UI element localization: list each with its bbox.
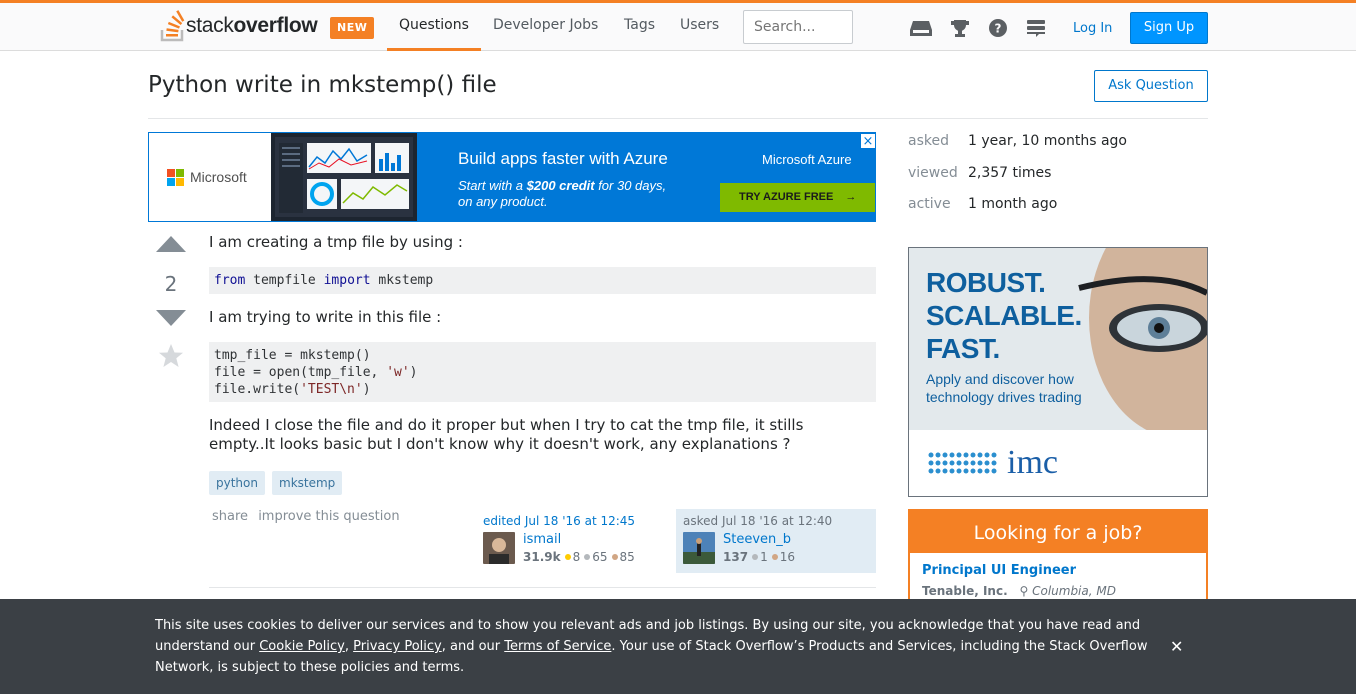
stack-logo-icon <box>160 10 185 42</box>
stat-viewed-value: 2,357 times <box>968 165 1052 181</box>
close-icon[interactable]: ✕ <box>1170 637 1183 656</box>
ad-headline: ROBUST. SCALABLE. FAST. <box>926 267 1082 364</box>
post-paragraph-2: I am trying to write in this file : <box>209 308 442 326</box>
try-azure-button[interactable]: TRY AZURE FREE → <box>720 183 875 212</box>
tag-mkstemp[interactable]: mkstemp <box>272 471 343 495</box>
signup-button[interactable]: Sign Up <box>1130 12 1208 44</box>
asker-name[interactable]: Steeven_b <box>723 532 795 548</box>
job-company: Tenable, Inc. ⚲ Columbia, MD <box>922 584 1116 598</box>
ad-close-icon[interactable]: × <box>860 133 875 149</box>
microsoft-logo-icon <box>167 168 184 186</box>
new-badge[interactable]: NEW <box>330 17 375 39</box>
post-paragraph-1: I am creating a tmp file by using : <box>209 233 463 251</box>
cookie-banner: This site uses cookies to deliver our se… <box>0 599 1356 694</box>
ad-headline: Build apps faster with Azure <box>458 149 668 168</box>
login-link[interactable]: Log In <box>1073 21 1112 36</box>
imc-dots-icon <box>928 452 997 474</box>
logo-wordmark: stackoverflow <box>186 14 318 37</box>
microsoft-ad-logo: Microsoft <box>149 133 271 221</box>
avatar[interactable] <box>683 532 715 564</box>
title-divider <box>148 118 1208 119</box>
arrow-right-icon: → <box>845 191 857 203</box>
imc-logo: imc <box>927 444 1058 482</box>
ad-subtext: Start with a $200 credit for 30 days, on… <box>458 178 667 209</box>
ad-dashboard-image <box>271 133 417 221</box>
search-input[interactable] <box>743 10 853 44</box>
privacy-policy-link[interactable]: Privacy Policy <box>353 639 442 654</box>
vote-controls <box>148 232 194 260</box>
stat-active-value[interactable]: 1 month ago <box>968 196 1057 212</box>
post-paragraph-3: Indeed I close the file and do it proper… <box>209 416 804 453</box>
location-pin-icon: ⚲ <box>1019 584 1029 598</box>
help-icon[interactable]: ? <box>987 17 1009 39</box>
jobs-widget: Looking for a job? Principal UI Engineer… <box>908 509 1208 609</box>
cookie-policy-link[interactable]: Cookie Policy <box>259 639 345 654</box>
editor-name[interactable]: ismail <box>523 532 635 548</box>
nav-users[interactable]: Users <box>668 3 731 51</box>
cookie-notice-text: This site uses cookies to deliver our se… <box>155 618 1148 675</box>
terms-of-service-link[interactable]: Terms of Service <box>504 639 611 654</box>
ad-brand-right: Microsoft Azure <box>762 152 852 167</box>
stat-asked-value[interactable]: 1 year, 10 months ago <box>968 133 1127 149</box>
vote-count: 2 <box>164 272 178 296</box>
stat-active-label: active <box>908 196 951 212</box>
stat-viewed-label: viewed <box>908 165 958 181</box>
imc-sidebar-ad[interactable]: ROBUST. SCALABLE. FAST. Apply and discover… <box>908 247 1208 497</box>
asked-timestamp: asked Jul 18 '16 at 12:40 <box>683 514 833 528</box>
favorite-wrapper <box>148 343 194 373</box>
downvote-icon[interactable] <box>148 306 194 330</box>
upvote-icon[interactable] <box>148 232 194 256</box>
edited-timestamp[interactable]: edited Jul 18 '16 at 12:45 <box>483 514 669 528</box>
tag-python[interactable]: python <box>209 471 265 495</box>
ask-question-button[interactable]: Ask Question <box>1094 70 1208 102</box>
question-title[interactable]: Python write in mkstemp() file <box>148 72 497 98</box>
post-menu: share improve this question <box>212 509 406 524</box>
nav-developer-jobs[interactable]: Developer Jobs <box>481 3 610 51</box>
azure-ad-banner[interactable]: Microsoft Build apps faster with Azure S… <box>148 132 876 222</box>
star-icon[interactable] <box>158 343 184 369</box>
editor-reputation: 31.9k 8 65 85 <box>523 550 635 564</box>
downvote-wrapper <box>148 306 194 334</box>
top-bar: stackoverflow NEW Questions Developer Jo… <box>0 0 1356 51</box>
code-block-1: from tempfile import mkstemp <box>209 267 876 294</box>
code-block-2: tmp_file = mkstemp() file = open(tmp_fil… <box>209 342 876 402</box>
comments-divider <box>209 587 876 588</box>
svg-text:?: ? <box>995 22 1002 36</box>
inbox-icon[interactable] <box>910 17 932 39</box>
improve-question-link[interactable]: improve this question <box>258 509 399 524</box>
asker-signature: asked Jul 18 '16 at 12:40 Steeven_b 137 1… <box>676 509 876 573</box>
site-switcher-icon[interactable] <box>1025 17 1047 39</box>
avatar[interactable] <box>483 532 515 564</box>
job-title-link[interactable]: Principal UI Engineer <box>922 563 1076 578</box>
share-link[interactable]: share <box>212 509 248 524</box>
stat-asked-label: asked <box>908 133 949 149</box>
nav-tags[interactable]: Tags <box>612 3 667 51</box>
asker-reputation: 137 1 16 <box>723 550 795 564</box>
editor-signature: edited Jul 18 '16 at 12:45 ismail 31.9k 8… <box>476 509 676 573</box>
ad-subtext: Apply and discover how technology drives … <box>926 371 1082 405</box>
trophy-icon[interactable] <box>949 17 971 39</box>
nav-questions[interactable]: Questions <box>387 3 481 51</box>
stackoverflow-logo[interactable]: stackoverflow <box>160 10 318 42</box>
jobs-heading[interactable]: Looking for a job? <box>910 511 1206 553</box>
